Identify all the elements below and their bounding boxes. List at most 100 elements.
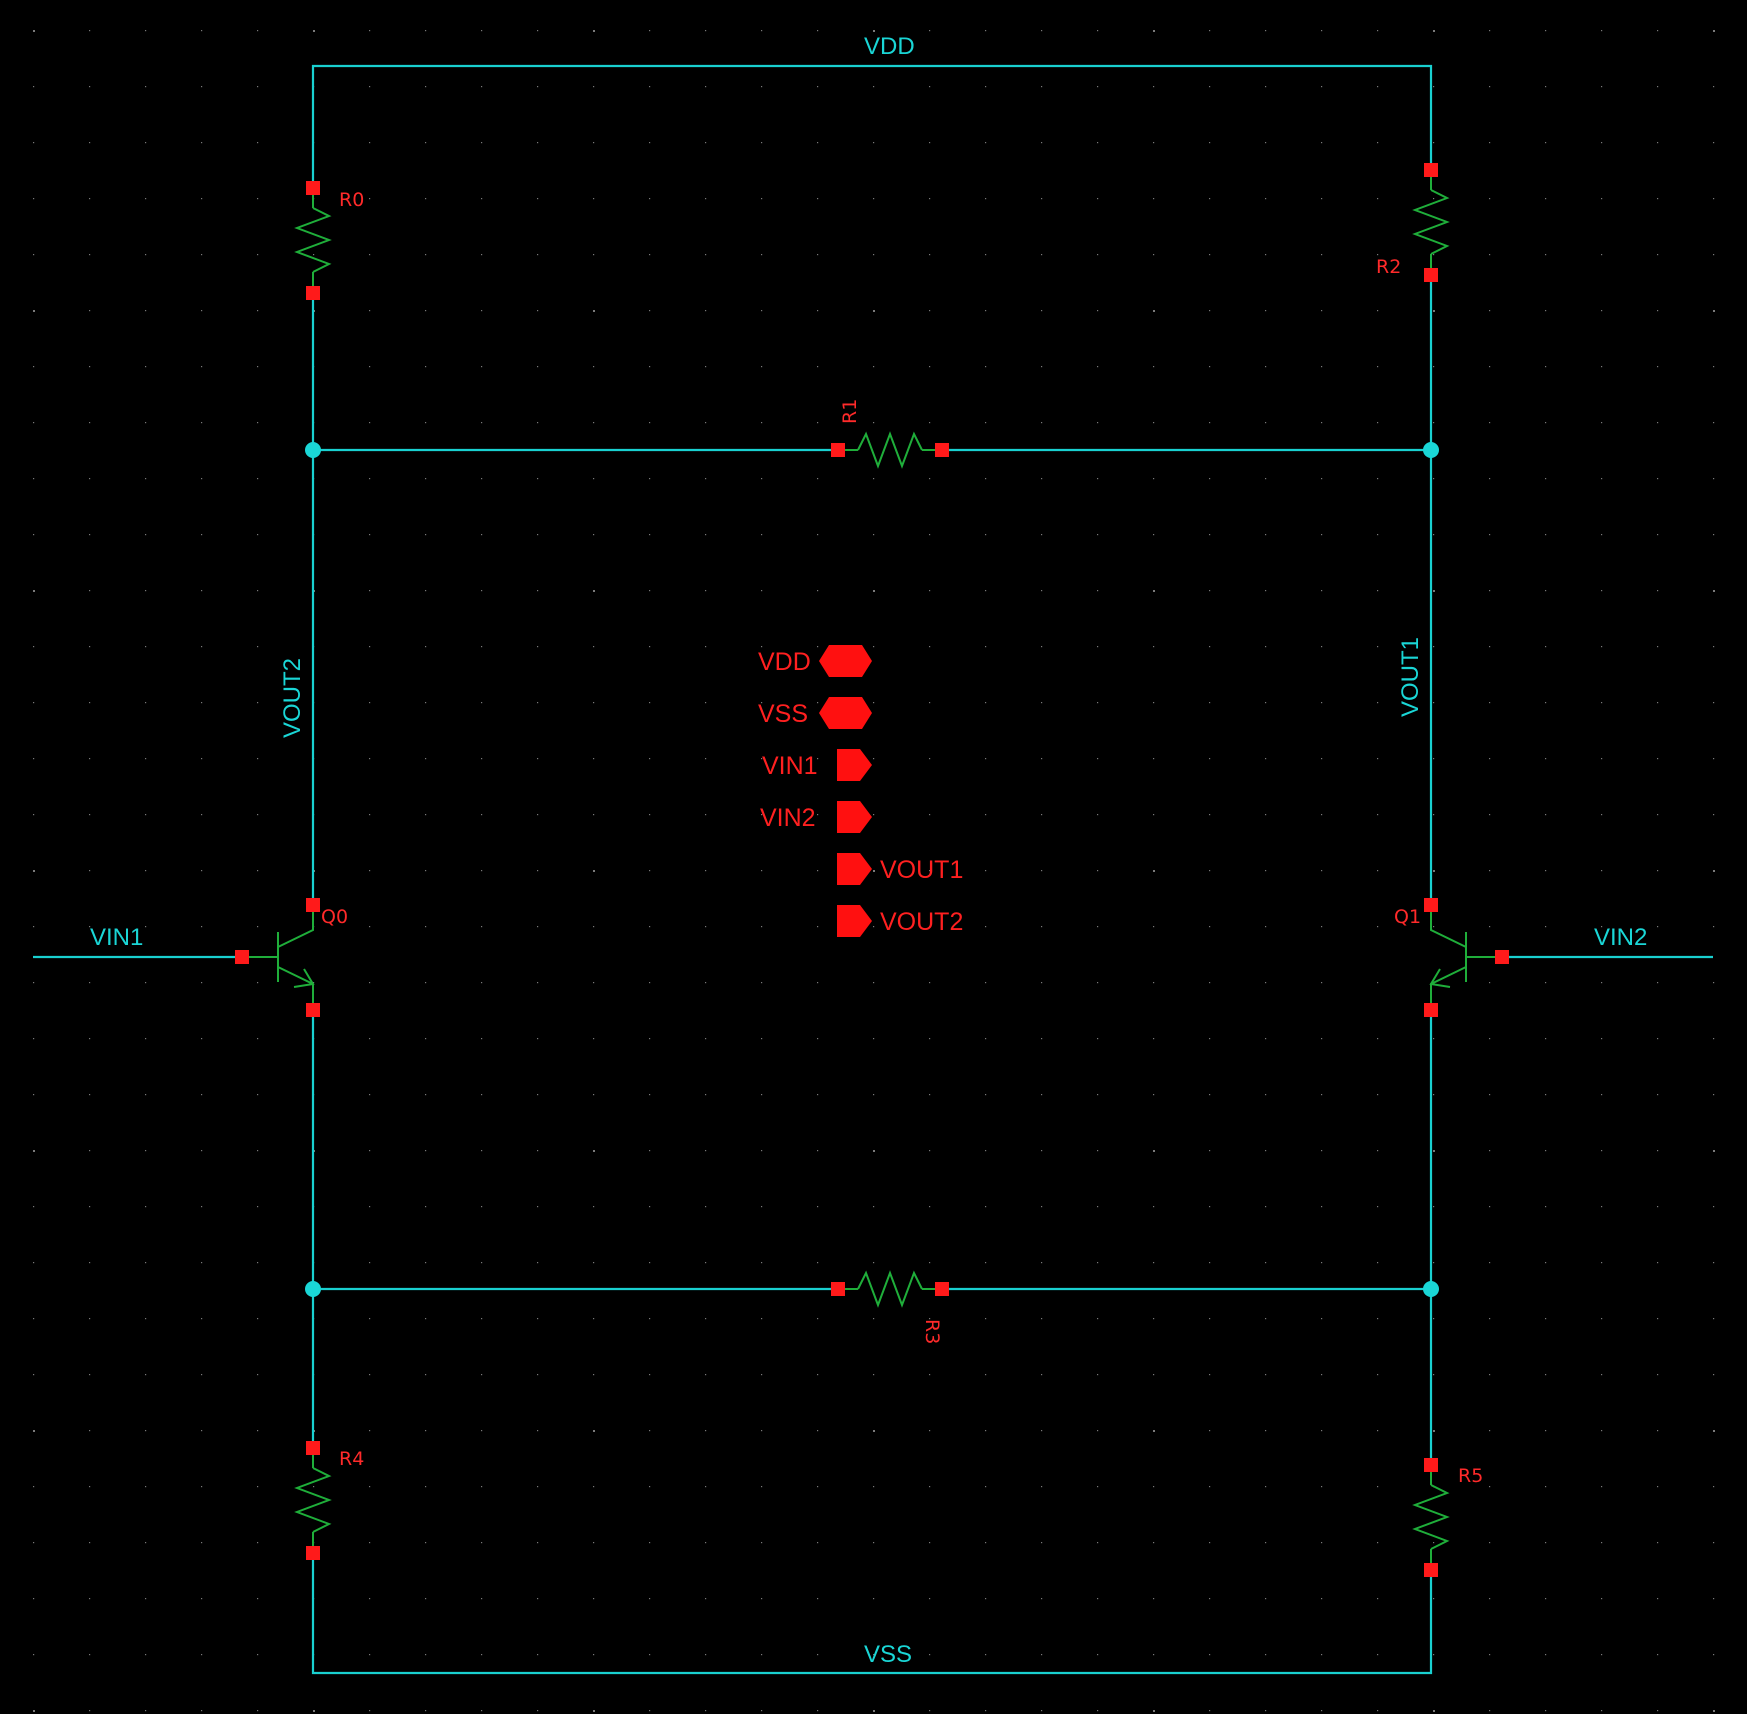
grid-dot [873,870,875,872]
terminal-pin[interactable] [831,443,845,457]
grid-dot [1377,1598,1379,1600]
grid-dot [761,1486,763,1488]
terminal-pin[interactable] [306,1441,320,1455]
grid-dot [257,1094,259,1096]
grid-dot [1433,1150,1435,1152]
terminal-pin[interactable] [1495,950,1509,964]
pin-vin1[interactable]: VIN1 [762,749,872,781]
grid-dot [369,198,371,200]
grid-dot [1545,1262,1547,1264]
grid-dot [481,1206,483,1208]
grid-dot [201,646,203,648]
terminal-pin[interactable] [1424,898,1438,912]
grid-dot [929,1542,931,1544]
grid-dot [1321,646,1323,648]
grid-dot [873,534,875,536]
grid-dot [817,30,819,32]
terminal-pin[interactable] [306,1003,320,1017]
grid-dot [817,1206,819,1208]
terminal-pin[interactable] [306,898,320,912]
resistor-r1[interactable]: R1 [831,399,949,469]
grid-dot [1097,1262,1099,1264]
transistor-q0[interactable]: Q0 [235,898,348,1017]
grid-dot [817,534,819,536]
pin-vout1[interactable]: VOUT1 [837,853,963,885]
pin-vin2[interactable]: VIN2 [760,801,872,833]
resistor-r4[interactable]: R4 [294,1441,364,1560]
terminal-pin[interactable] [935,1282,949,1296]
grid-dot [1041,478,1043,480]
grid-dot [1657,590,1659,592]
grid-dot [1545,1206,1547,1208]
grid-dot [649,1374,651,1376]
grid-dot [1209,758,1211,760]
grid-dot [1377,142,1379,144]
grid-dot [1153,590,1155,592]
grid-dot [705,590,707,592]
grid-dot [649,870,651,872]
grid-dot [649,1542,651,1544]
grid-dot [145,478,147,480]
grid-dot [1545,1318,1547,1320]
terminal-pin[interactable] [935,443,949,457]
grid-dot [649,478,651,480]
terminal-pin[interactable] [1424,163,1438,177]
grid-dot [145,1038,147,1040]
grid-dot [425,1374,427,1376]
transistor-q1[interactable]: Q1 [1394,898,1509,1017]
pin-vout2[interactable]: VOUT2 [837,905,963,937]
grid-dot [985,1430,987,1432]
grid-dot [1041,310,1043,312]
grid-dot [1545,142,1547,144]
grid-dot [873,1206,875,1208]
grid-dot [1489,1654,1491,1656]
net-label-vdd: VDD [864,33,915,60]
terminal-pin[interactable] [235,950,249,964]
pin-list: VDD VSS VIN1 VIN2 VOUT1 VOUT2 [758,645,963,937]
vdd-wire[interactable] [311,64,1433,188]
grid-dot [89,534,91,536]
resistor-r0[interactable]: R0 [294,181,364,300]
grid-dot [1041,1486,1043,1488]
terminal-pin[interactable] [306,181,320,195]
grid-dot [985,926,987,928]
grid-dot [1545,310,1547,312]
resistor-zigzag [1412,1484,1450,1550]
terminal-pin[interactable] [831,1282,845,1296]
grid-dot [1153,1206,1155,1208]
grid-dot [705,310,707,312]
grid-dot [537,1150,539,1152]
terminal-pin[interactable] [1424,1003,1438,1017]
grid-dot [89,814,91,816]
grid-dot [705,1374,707,1376]
resistor-r2[interactable]: R2 [1376,163,1450,282]
grid-dot [1433,758,1435,760]
grid-dot [537,366,539,368]
grid-dot [425,814,427,816]
grid-dot [761,1542,763,1544]
grid-dot [89,1262,91,1264]
resistor-r3[interactable]: R3 [831,1270,949,1344]
pin-vdd[interactable]: VDD [758,645,872,677]
grid-dot [257,198,259,200]
resistor-r5[interactable]: R5 [1412,1458,1483,1577]
terminal-pin[interactable] [1424,1563,1438,1577]
grid-dot [1545,422,1547,424]
grid-dot [1153,86,1155,88]
grid-dot [425,1654,427,1656]
terminal-pin[interactable] [1424,268,1438,282]
grid-dot [1153,1542,1155,1544]
terminal-pin[interactable] [1424,1458,1438,1472]
grid-dot [481,422,483,424]
grid-dot [1321,1710,1323,1712]
grid-dot [649,702,651,704]
terminal-pin[interactable] [306,286,320,300]
grid-dot [1097,814,1099,816]
grid-dot [33,254,35,256]
grid-dot [985,1094,987,1096]
grid-dot [1657,1374,1659,1376]
pin-vss[interactable]: VSS [758,697,872,729]
terminal-pin[interactable] [306,1546,320,1560]
grid-dot [33,926,35,928]
grid-dot [1433,1542,1435,1544]
